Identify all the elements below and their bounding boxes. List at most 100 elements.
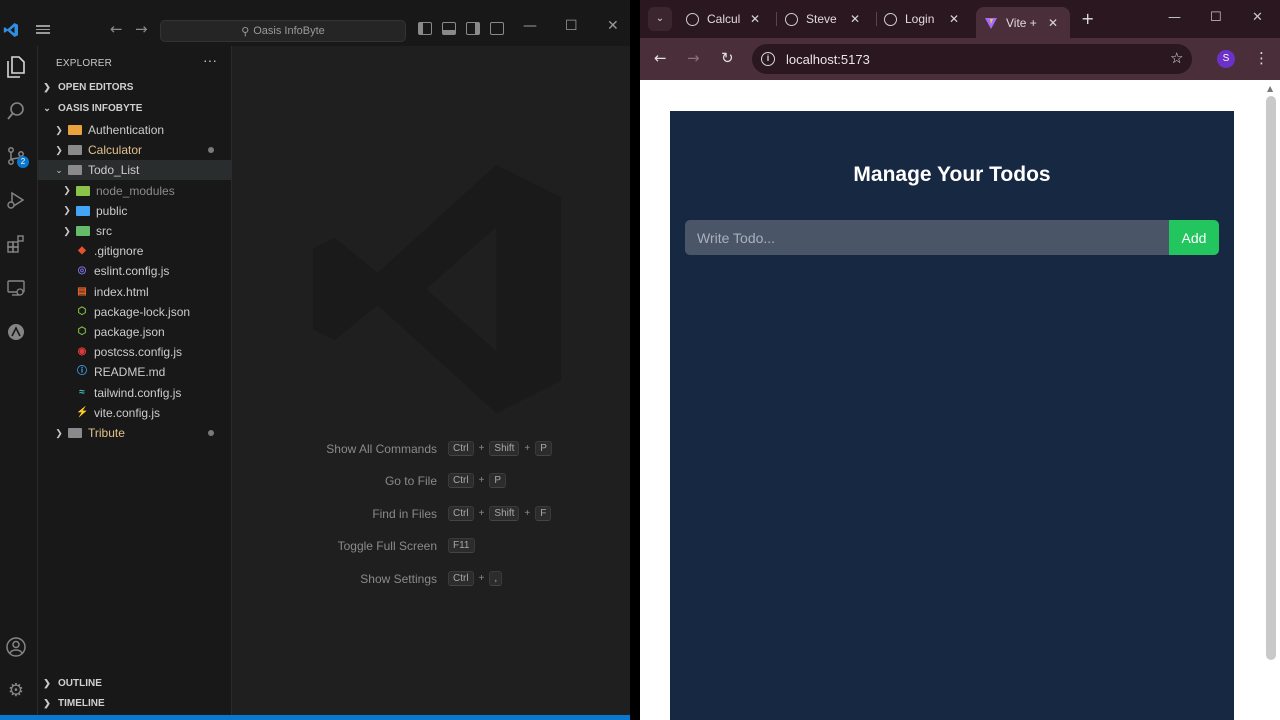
tree-item-todo-list[interactable]: ⌄ Todo_List (38, 160, 231, 181)
key-separator: + (478, 475, 485, 486)
activity-bar: 2 ⚙ (0, 46, 38, 720)
scrollbar[interactable] (1266, 96, 1276, 660)
toggle-primary-sidebar-icon[interactable] (418, 22, 432, 35)
timeline-section[interactable]: ❯ TIMELINE (42, 698, 104, 709)
tab-search-icon[interactable]: ⌄ (648, 7, 672, 31)
vscode-logo-icon (3, 22, 19, 38)
shortcut-row[interactable]: Show Settings Ctrl +, (232, 571, 630, 588)
key-cap: Shift (489, 441, 520, 456)
search-icon[interactable] (5, 101, 27, 123)
forward-arrow-icon[interactable]: → (135, 20, 148, 38)
tree-item-public[interactable]: ❯ public (38, 201, 231, 221)
workspace-section[interactable]: ⌄ OASIS INFOBYTE (42, 103, 142, 114)
site-info-icon[interactable]: i (761, 52, 775, 66)
close-tab-icon[interactable]: ✕ (850, 12, 860, 26)
todo-input[interactable] (685, 220, 1169, 255)
add-button[interactable]: Add (1169, 220, 1219, 255)
extensions-icon[interactable] (5, 234, 27, 256)
tree-item-tailwind-config-js[interactable]: ≈ tailwind.config.js (38, 383, 231, 403)
more-actions-icon[interactable]: ··· (203, 52, 217, 68)
shortcut-row[interactable]: Toggle Full Screen F11 (232, 538, 630, 555)
vscode-titlebar: ← → ⚲ Oasis InfoByte — ☐ ✕ (0, 14, 630, 46)
tree-item-authentication[interactable]: ❯ Authentication (38, 120, 231, 140)
gitlens-icon[interactable] (5, 322, 27, 344)
back-arrow-icon[interactable]: ← (110, 20, 123, 38)
tree-item-package-json[interactable]: ⬡ package.json (38, 322, 231, 342)
tree-item-label: vite.config.js (94, 405, 161, 420)
outline-section[interactable]: ❯ OUTLINE (42, 678, 102, 689)
back-arrow-icon[interactable]: ← (654, 49, 667, 67)
reload-icon[interactable]: ↻ (721, 49, 734, 67)
scroll-up-icon[interactable]: ▲ (1267, 84, 1273, 93)
eslint-icon: ◎ (77, 265, 87, 277)
open-editors-section[interactable]: ❯ OPEN EDITORS (42, 82, 133, 93)
folder-icon (68, 165, 82, 176)
globe-icon (884, 12, 897, 26)
gear-icon[interactable]: ⚙ (5, 680, 27, 702)
folder-icon (68, 145, 82, 156)
html-icon: ▤ (77, 285, 87, 297)
open-editors-label: OPEN EDITORS (58, 82, 134, 93)
tree-item-calculator[interactable]: ❯ Calculator (38, 140, 231, 160)
toggle-secondary-sidebar-icon[interactable] (466, 22, 480, 35)
tree-item-postcss-config-js[interactable]: ◉ postcss.config.js (38, 342, 231, 362)
shortcut-row[interactable]: Show All Commands Ctrl + Shift + P (232, 441, 630, 458)
close-icon[interactable]: ✕ (607, 18, 619, 34)
account-icon[interactable] (5, 636, 27, 658)
modified-indicator (208, 147, 214, 154)
chevron-right-icon: ❯ (55, 124, 63, 135)
tree-item-label: package.json (94, 325, 165, 339)
new-tab-icon[interactable]: + (1081, 9, 1094, 28)
tree-item-package-lock-json[interactable]: ⬡ package-lock.json (38, 302, 231, 322)
tree-item-readme-md[interactable]: ⓘ README.md (38, 362, 231, 382)
forward-arrow-icon[interactable]: → (687, 49, 700, 67)
url-text: localhost:5173 (786, 51, 870, 67)
close-icon[interactable]: ✕ (1252, 10, 1263, 25)
tree-item-index-html[interactable]: ▤ index.html (38, 282, 231, 302)
page-viewport: Manage Your Todos Add ▲ (640, 80, 1280, 720)
address-bar[interactable]: i localhost:5173 (752, 44, 1192, 74)
tree-item-node-modules[interactable]: ❯ node_modules (38, 181, 231, 201)
profile-avatar[interactable]: S (1217, 50, 1235, 68)
tree-item-gitignore[interactable]: ◆ .gitignore (38, 241, 231, 261)
tree-item-vite-config-js[interactable]: ⚡ vite.config.js (38, 403, 231, 423)
close-tab-icon[interactable]: ✕ (750, 12, 760, 26)
close-tab-icon[interactable]: ✕ (949, 12, 959, 26)
key-cap: F11 (448, 538, 475, 553)
tree-item-src[interactable]: ❯ src (38, 221, 231, 241)
bookmark-star-icon[interactable]: ☆ (1170, 49, 1183, 67)
key-separator: + (524, 443, 531, 454)
run-debug-icon[interactable] (5, 190, 27, 212)
tree-item-tribute[interactable]: ❯ Tribute (38, 423, 231, 443)
close-tab-icon[interactable]: ✕ (1048, 16, 1058, 30)
browser-menu-icon[interactable]: ⋮ (1254, 49, 1269, 67)
minimize-icon[interactable]: — (1168, 10, 1181, 25)
tree-item-label: Calculator (88, 143, 143, 158)
editor-area: Show All Commands Ctrl + Shift + P Go to File C… (232, 46, 630, 716)
shortcut-row[interactable]: Go to File Ctrl + P (232, 473, 630, 490)
maximize-icon[interactable]: ☐ (565, 18, 578, 34)
key-cap: P (489, 473, 507, 488)
minimize-icon[interactable]: — (523, 18, 537, 34)
tab-steve[interactable]: Steve ✕ (785, 7, 869, 31)
remote-explorer-icon[interactable] (5, 278, 27, 300)
tab-calculator[interactable]: Calcul ✕ (686, 7, 770, 31)
maximize-icon[interactable]: ☐ (1210, 10, 1222, 25)
tree-item-eslint-config-js[interactable]: ◎ eslint.config.js (38, 261, 231, 281)
vite-logo-icon (984, 16, 998, 30)
tree-item-label: public (96, 203, 128, 218)
toggle-panel-icon[interactable] (442, 22, 456, 35)
tab-login[interactable]: Login ✕ (884, 7, 968, 31)
info-icon: ⓘ (77, 366, 87, 378)
explorer-title: EXPLORER (56, 58, 113, 69)
shortcut-row[interactable]: Find in Files Ctrl + Shift + F (232, 506, 630, 523)
tab-title: Login (905, 12, 935, 26)
command-center-search[interactable]: ⚲ Oasis InfoByte (160, 20, 406, 42)
browser-window: ⌄ Calcul ✕ Steve ✕ Login ✕ Vite + ✕ + — … (640, 0, 1280, 720)
key-cap: Ctrl (448, 441, 474, 456)
menu-icon[interactable] (36, 23, 50, 37)
modified-indicator (208, 430, 214, 436)
explorer-icon[interactable] (5, 56, 27, 78)
tab-vite[interactable]: Vite + ✕ (976, 7, 1070, 38)
customize-layout-icon[interactable] (490, 22, 504, 35)
